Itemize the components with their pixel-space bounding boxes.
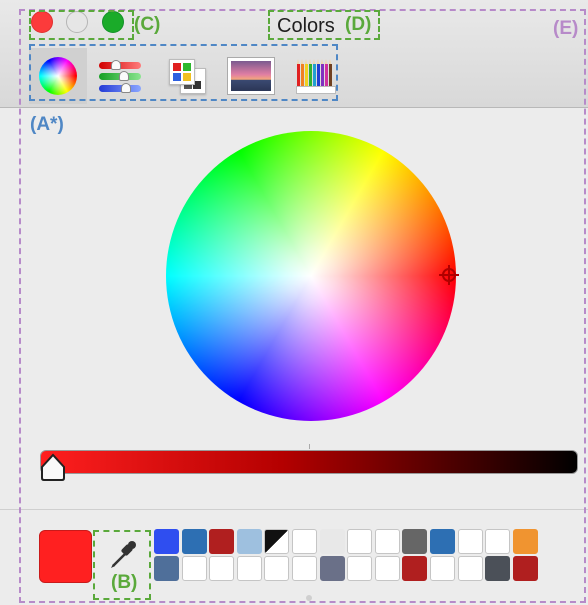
color-swatch[interactable] (347, 556, 373, 581)
color-swatch[interactable] (209, 529, 235, 554)
zoom-button[interactable] (102, 11, 124, 33)
annotation-label-e: (E) (553, 18, 579, 39)
eyedropper-icon[interactable] (105, 536, 141, 572)
color-swatch[interactable] (264, 529, 290, 554)
current-color-well[interactable] (39, 530, 92, 583)
slider-tick (309, 444, 310, 449)
color-swatch[interactable] (154, 529, 179, 554)
image-palette-icon (228, 58, 274, 94)
annotation-label-b: (B) (111, 572, 138, 593)
color-swatch[interactable] (181, 529, 207, 554)
color-swatch[interactable] (319, 529, 345, 554)
color-swatch[interactable] (457, 556, 483, 581)
color-swatch[interactable] (291, 556, 317, 581)
bottom-bar (0, 510, 588, 605)
picker-area (0, 109, 588, 509)
color-swatch[interactable] (429, 529, 455, 554)
color-swatch[interactable] (374, 556, 400, 581)
close-button[interactable] (31, 11, 53, 33)
color-swatch[interactable] (402, 556, 428, 581)
color-swatch[interactable] (236, 556, 262, 581)
color-swatch[interactable] (485, 556, 511, 581)
annotation-label-a: (A*) (30, 114, 64, 135)
color-swatch[interactable] (429, 556, 455, 581)
color-swatch[interactable] (154, 556, 179, 581)
color-swatch[interactable] (512, 529, 538, 554)
color-wheel[interactable] (166, 131, 456, 421)
color-swatch[interactable] (181, 556, 207, 581)
color-swatch[interactable] (209, 556, 235, 581)
resize-handle[interactable] (306, 595, 312, 601)
brightness-slider[interactable] (40, 450, 578, 474)
colors-window: Colors (C) (D) (E) (A*) (B) (0, 0, 588, 605)
swatch-row (154, 529, 572, 554)
sliders-icon (97, 58, 143, 94)
swatch-row (154, 556, 572, 581)
color-swatch[interactable] (374, 529, 400, 554)
palettes-icon (167, 57, 207, 95)
swatch-grid (154, 529, 572, 583)
tool-image-palettes[interactable] (222, 48, 280, 104)
color-wheel-icon (39, 57, 77, 95)
annotation-label-c: (C) (134, 14, 161, 35)
crosshair-icon[interactable] (439, 265, 459, 285)
color-swatch[interactable] (347, 529, 373, 554)
color-swatch[interactable] (291, 529, 317, 554)
tool-color-sliders[interactable] (91, 48, 149, 104)
color-swatch[interactable] (485, 529, 511, 554)
tool-pencils[interactable] (287, 48, 345, 104)
color-swatch[interactable] (457, 529, 483, 554)
tool-color-palettes[interactable] (158, 48, 216, 104)
color-swatch[interactable] (512, 556, 538, 581)
pencils-icon (296, 58, 336, 94)
minimize-button[interactable] (66, 11, 88, 33)
color-swatch[interactable] (236, 529, 262, 554)
color-swatch[interactable] (402, 529, 428, 554)
annotation-label-d: (D) (345, 14, 372, 35)
color-swatch[interactable] (319, 556, 345, 581)
slider-handle[interactable] (40, 453, 66, 481)
color-swatch[interactable] (264, 556, 290, 581)
window-title: Colors (277, 15, 335, 37)
tool-color-wheel[interactable] (29, 48, 87, 104)
title-bar: Colors (0, 0, 588, 108)
